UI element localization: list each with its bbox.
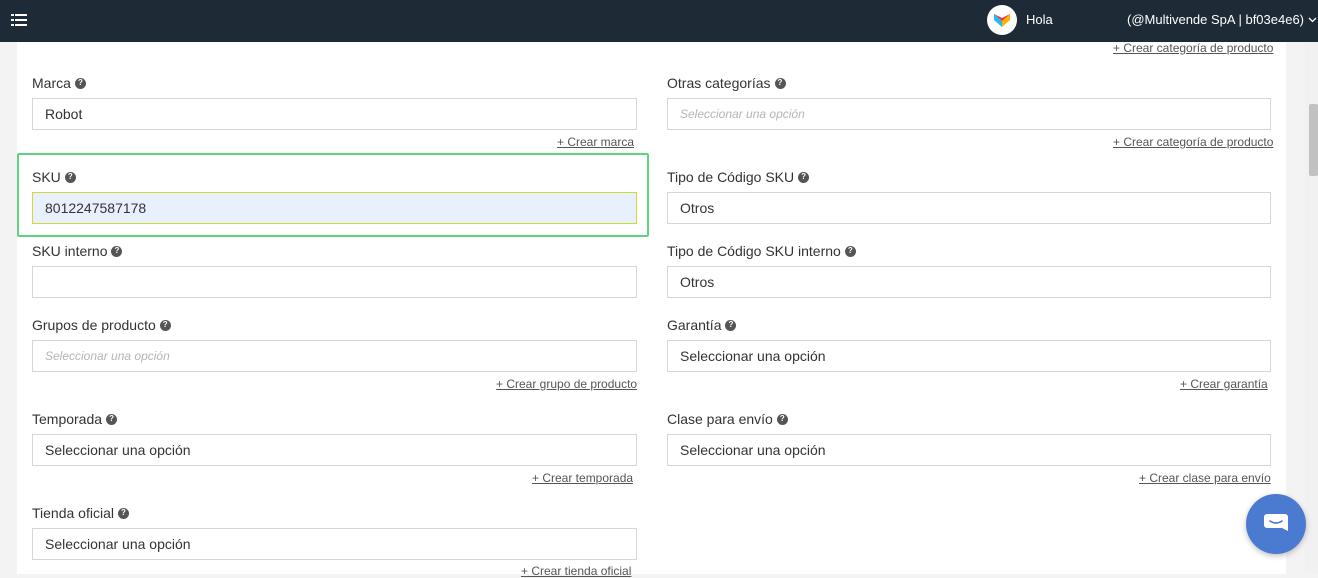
official-store-label-text: Tienda oficial	[32, 505, 114, 521]
scrollbar-thumb[interactable]	[1309, 104, 1318, 176]
help-icon[interactable]: ?	[725, 319, 737, 331]
warranty-label-text: Garantía	[667, 317, 722, 333]
brand-label-text: Marca	[32, 75, 71, 91]
shipping-class-select[interactable]: Seleccionar una opción	[667, 434, 1271, 466]
product-groups-label-text: Grupos de producto	[32, 317, 156, 333]
help-icon[interactable]: ?	[776, 413, 788, 425]
create-official-store-link[interactable]: + Crear tienda oficial	[521, 564, 631, 578]
create-brand-link[interactable]: + Crear marca	[557, 135, 634, 149]
create-warranty-link[interactable]: + Crear garantía	[1180, 377, 1268, 391]
help-icon[interactable]: ?	[111, 245, 123, 257]
internal-sku-label: SKU interno ?	[32, 243, 123, 259]
greeting-text: Hola	[1026, 12, 1053, 27]
other-categories-label-text: Otras categorías	[667, 75, 771, 91]
season-label-text: Temporada	[32, 411, 103, 427]
internal-sku-input[interactable]	[32, 266, 637, 298]
sku-label: SKU ?	[32, 169, 76, 185]
menu-icon	[11, 14, 27, 26]
top-navbar: Hola (@Multivende SpA | bf03e4e6)	[0, 0, 1318, 42]
brand-input[interactable]: Robot	[32, 98, 637, 130]
multivende-logo-icon	[994, 14, 1010, 27]
internal-sku-code-type-select[interactable]: Otros	[667, 266, 1271, 298]
account-dropdown[interactable]: (@Multivende SpA | bf03e4e6)	[1127, 12, 1317, 27]
product-groups-select[interactable]: Seleccionar una opción	[32, 340, 637, 372]
menu-toggle-button[interactable]	[10, 11, 28, 29]
other-categories-select[interactable]: Seleccionar una opción	[667, 98, 1271, 130]
create-group-link[interactable]: + Crear grupo de producto	[496, 377, 637, 391]
internal-sku-label-text: SKU interno	[32, 243, 108, 259]
internal-sku-code-type-label-text: Tipo de Código SKU interno	[667, 243, 841, 259]
help-icon[interactable]: ?	[106, 413, 118, 425]
chat-button[interactable]	[1246, 494, 1306, 554]
sku-code-type-label-text: Tipo de Código SKU	[667, 169, 795, 185]
shipping-class-label: Clase para envío ?	[667, 411, 788, 427]
official-store-label: Tienda oficial ?	[32, 505, 129, 521]
create-category-link[interactable]: + Crear categoría de producto	[1113, 135, 1273, 149]
chevron-down-icon	[1308, 17, 1317, 22]
help-icon[interactable]: ?	[844, 245, 856, 257]
create-shipping-class-link[interactable]: + Crear clase para envío	[1139, 471, 1271, 485]
shipping-class-label-text: Clase para envío	[667, 411, 773, 427]
chat-bubble-icon	[1264, 514, 1288, 531]
help-icon[interactable]: ?	[798, 171, 810, 183]
sku-code-type-label: Tipo de Código SKU ?	[667, 169, 810, 185]
internal-sku-code-type-label: Tipo de Código SKU interno ?	[667, 243, 856, 259]
warranty-label: Garantía ?	[667, 317, 737, 333]
season-select[interactable]: Seleccionar una opción	[32, 434, 637, 466]
help-icon[interactable]: ?	[74, 77, 86, 89]
sku-label-text: SKU	[32, 169, 61, 185]
avatar[interactable]	[987, 5, 1017, 35]
sku-input[interactable]: 8012247587178	[32, 192, 637, 224]
help-icon[interactable]: ?	[64, 171, 76, 183]
help-icon[interactable]: ?	[159, 319, 171, 331]
official-store-select[interactable]: Seleccionar una opción	[32, 528, 637, 560]
help-icon[interactable]: ?	[774, 77, 786, 89]
product-groups-label: Grupos de producto ?	[32, 317, 171, 333]
brand-label: Marca ?	[32, 75, 86, 91]
create-category-link-top[interactable]: + Crear categoría de producto	[1113, 41, 1273, 55]
sku-code-type-select[interactable]: Otros	[667, 192, 1271, 224]
help-icon[interactable]: ?	[117, 507, 129, 519]
warranty-select[interactable]: Seleccionar una opción	[667, 340, 1271, 372]
season-label: Temporada ?	[32, 411, 118, 427]
create-season-link[interactable]: + Crear temporada	[532, 471, 633, 485]
other-categories-label: Otras categorías ?	[667, 75, 786, 91]
account-label: (@Multivende SpA | bf03e4e6)	[1127, 12, 1305, 27]
